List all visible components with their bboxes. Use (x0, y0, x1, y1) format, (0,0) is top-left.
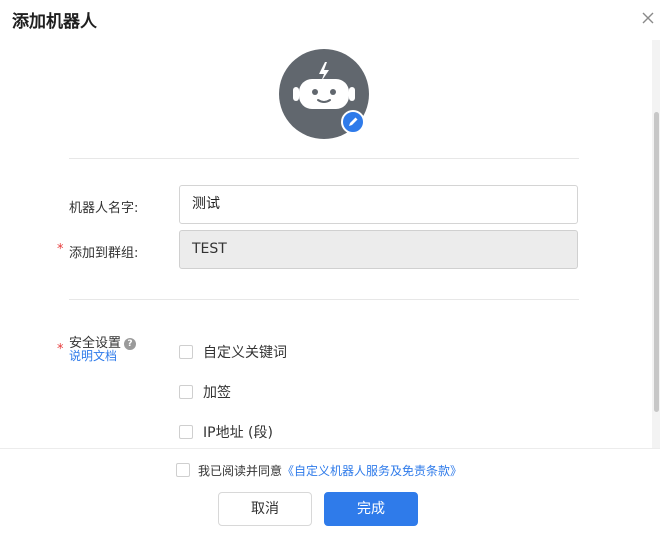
checkbox[interactable] (179, 345, 193, 359)
terms-link[interactable]: 《自定义机器人服务及免责条款》 (282, 462, 462, 479)
required-mark: * (57, 242, 64, 257)
cancel-button[interactable]: 取消 (218, 492, 312, 526)
dialog-title: 添加机器人 (12, 12, 97, 32)
agreement-checkbox[interactable] (176, 463, 190, 477)
checkbox[interactable] (179, 425, 193, 439)
agreement-row[interactable]: 我已阅读并同意 《自定义机器人服务及免责条款》 (176, 461, 462, 479)
option-label: 加签 (203, 385, 231, 401)
scrollbar-thumb[interactable] (654, 112, 659, 412)
help-icon[interactable]: ? (124, 338, 137, 350)
divider-middle (69, 299, 579, 300)
option-label: IP地址 (段) (203, 425, 273, 441)
agreement-text: 我已阅读并同意 (198, 463, 283, 478)
done-button[interactable]: 完成 (324, 492, 418, 526)
pencil-icon (349, 117, 358, 126)
doc-link[interactable]: 说明文档 (69, 347, 117, 364)
option-custom-keywords[interactable]: 自定义关键词 (179, 343, 287, 361)
robot-name-input[interactable]: 测试 (179, 185, 578, 224)
checkbox[interactable] (179, 385, 193, 399)
option-ip-address[interactable]: IP地址 (段) (179, 423, 273, 441)
edit-avatar-button[interactable] (341, 110, 365, 134)
required-mark: * (57, 342, 64, 357)
option-signature[interactable]: 加签 (179, 383, 231, 401)
divider-top (69, 158, 579, 159)
group-label: 添加到群组: (69, 246, 139, 261)
close-icon[interactable] (640, 10, 656, 26)
robot-name-label: 机器人名字: (69, 201, 139, 216)
add-robot-dialog: 添加机器人 机器人名字: 测试 * 添加到群组: TEST * 安全设置 ? 说… (0, 0, 660, 535)
option-label: 自定义关键词 (203, 345, 287, 361)
group-field: TEST (179, 230, 578, 269)
